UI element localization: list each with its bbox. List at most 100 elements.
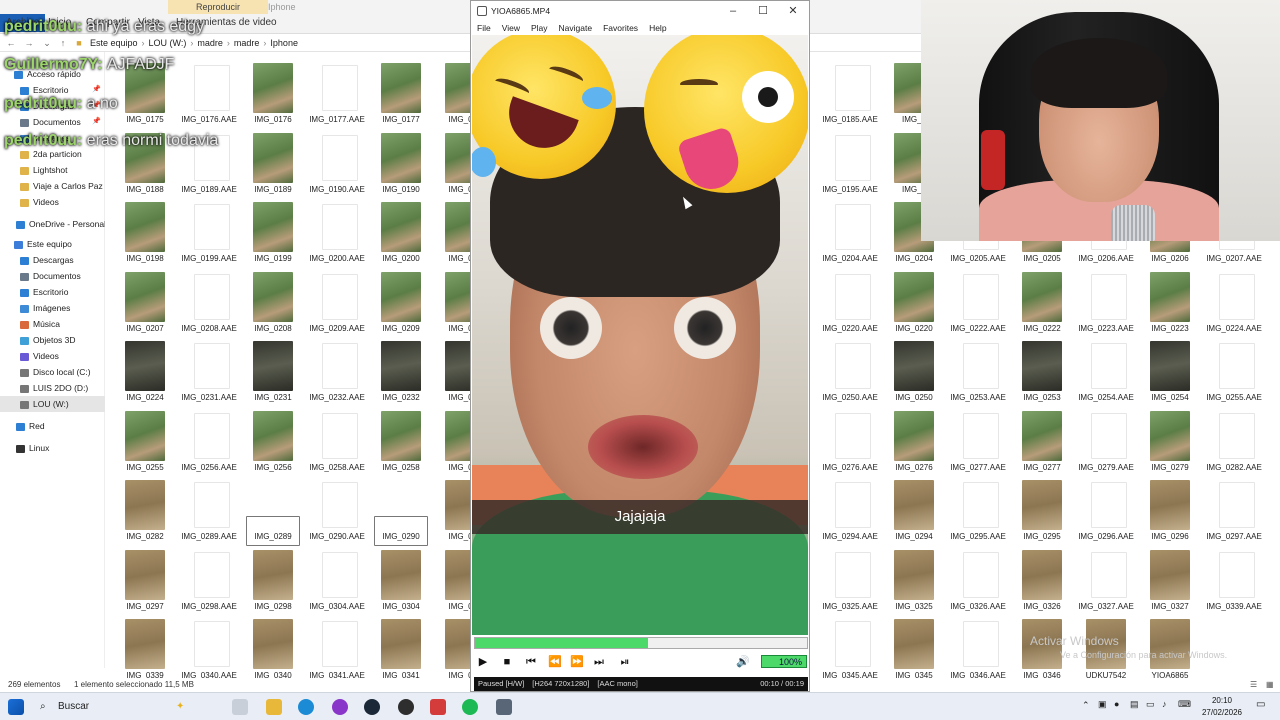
minimize-icon[interactable]: –: [721, 3, 745, 19]
image-thumbnail: [894, 549, 934, 600]
image-thumbnail: [253, 202, 293, 252]
obs-icon[interactable]: [398, 699, 414, 715]
file-item[interactable]: IMG_0255.AAE: [1199, 335, 1269, 403]
file-item[interactable]: YIOA6865: [1135, 613, 1205, 681]
close-icon[interactable]: ✕: [781, 3, 805, 19]
network-icon[interactable]: ▭: [1146, 699, 1155, 710]
tray-chevron-icon[interactable]: ⌃: [1082, 700, 1090, 711]
steam-icon[interactable]: [364, 699, 380, 715]
sidebar-item[interactable]: Videos: [0, 348, 105, 364]
language-icon[interactable]: ⌨: [1178, 699, 1191, 710]
video-frame[interactable]: [472, 35, 808, 635]
tray-device-icon[interactable]: ▤: [1130, 699, 1139, 710]
folder-icon: [20, 150, 29, 159]
menu-help[interactable]: Help: [649, 21, 666, 35]
tiles-view-icon[interactable]: ▦: [1266, 678, 1274, 692]
sidebar-item[interactable]: Viaje a Carlos Paz: [0, 178, 105, 194]
stop-icon[interactable]: ■: [499, 654, 515, 670]
menu-file[interactable]: File: [477, 21, 491, 35]
image-thumbnail: [253, 410, 293, 461]
chat-message: AJFADJF: [106, 56, 175, 73]
notification-icon[interactable]: ▭: [1256, 699, 1265, 710]
sidebar-item[interactable]: Disco local (C:): [0, 364, 105, 380]
taskbar-search[interactable]: ⌕ Buscar ✦: [32, 697, 202, 717]
details-view-icon[interactable]: ☰: [1250, 678, 1257, 692]
selection-info: 1 elemento seleccionado 11,5 MB: [74, 680, 194, 689]
sidebar-item[interactable]: Música: [0, 316, 105, 332]
file-item[interactable]: IMG_0339.AAE: [1199, 544, 1269, 612]
sidebar-item-label: Lightshot: [33, 165, 68, 175]
tray-app-icon[interactable]: ▣: [1098, 699, 1107, 710]
edge-icon[interactable]: [298, 699, 314, 715]
rewind-icon[interactable]: ⏪: [547, 654, 563, 670]
subtitle-caption: Jajajaja: [472, 500, 808, 534]
forward-arrow-icon[interactable]: →: [22, 34, 36, 52]
spotify-icon[interactable]: [462, 699, 478, 715]
sidebar-item[interactable]: Imágenes: [0, 300, 105, 316]
playback-controls: ▶ ■ ⏮ ⏪ ⏩ ⏭ ⏯ 🔊: [471, 651, 809, 673]
image-thumbnail: [253, 549, 293, 600]
sidebar-item[interactable]: LUIS 2DO (D:): [0, 380, 105, 396]
c-app-icon[interactable]: [332, 699, 348, 715]
sidebar-item[interactable]: LOU (W:): [0, 396, 105, 412]
menu-favorites[interactable]: Favorites: [603, 21, 638, 35]
windows-start-icon[interactable]: [8, 699, 24, 715]
breadcrumb-item[interactable]: madre: [234, 34, 260, 52]
file-icon: [963, 482, 999, 528]
image-thumbnail: [125, 480, 165, 530]
sidebar-item[interactable]: Linux: [0, 440, 105, 456]
sidebar-item[interactable]: Lightshot: [0, 162, 105, 178]
volume-icon[interactable]: 🔊: [735, 654, 751, 670]
app-red-icon[interactable]: [430, 699, 446, 715]
microphone-tray-icon[interactable]: ●: [1114, 699, 1119, 709]
sidebar-item[interactable]: Videos: [0, 194, 105, 210]
next-icon[interactable]: ⏭: [591, 654, 607, 670]
seek-bar[interactable]: [474, 637, 808, 649]
sidebar-item[interactable]: Red: [0, 418, 105, 434]
back-arrow-icon[interactable]: ←: [4, 34, 18, 52]
image-thumbnail: [1150, 341, 1190, 391]
breadcrumb-item[interactable]: Este equipo: [90, 34, 138, 52]
taskbar-clock[interactable]: 20:10 27/02/2026: [1196, 695, 1248, 719]
task-view-icon[interactable]: [232, 699, 248, 715]
sidebar-item[interactable]: OneDrive - Personal: [0, 216, 105, 232]
menu-navigate[interactable]: Navigate: [559, 21, 593, 35]
sidebar-item[interactable]: Documentos 📌: [0, 114, 105, 130]
file-name: IMG_0224.AAE: [1206, 323, 1262, 333]
webcam-hair: [1031, 38, 1167, 108]
menu-view[interactable]: View: [502, 21, 520, 35]
sidebar-item[interactable]: Este equipo: [0, 236, 105, 252]
sidebar-item[interactable]: Objetos 3D: [0, 332, 105, 348]
sidebar-item-label: Videos: [33, 197, 59, 207]
breadcrumb-item[interactable]: madre: [197, 34, 223, 52]
image-thumbnail: [253, 271, 293, 322]
sidebar-item[interactable]: Documentos: [0, 268, 105, 284]
volume-level[interactable]: 100%: [761, 655, 807, 668]
clock-date: 27/02/2026: [1201, 708, 1243, 717]
speaker-icon[interactable]: ♪: [1162, 699, 1167, 709]
file-icon: [194, 65, 230, 111]
sidebar-item[interactable]: Escritorio: [0, 284, 105, 300]
file-icon: [322, 621, 358, 667]
up-arrow-icon[interactable]: ↑: [56, 34, 70, 52]
frame-step-icon[interactable]: ⏯: [617, 654, 633, 670]
sidebar-item-label: Objetos 3D: [33, 335, 76, 345]
maximize-icon[interactable]: ☐: [751, 3, 775, 19]
menu-play[interactable]: Play: [531, 21, 548, 35]
file-icon: [835, 621, 871, 667]
file-item[interactable]: IMG_0224.AAE: [1199, 266, 1269, 334]
fast-forward-icon[interactable]: ⏩: [569, 654, 585, 670]
file-icon: [835, 65, 871, 111]
sidebar-item[interactable]: Descargas: [0, 252, 105, 268]
play-icon[interactable]: ▶: [475, 654, 491, 670]
previous-icon[interactable]: ⏮: [523, 654, 539, 670]
recent-chevron-icon[interactable]: ⌄: [40, 34, 54, 52]
media-player-icon[interactable]: [496, 699, 512, 715]
breadcrumb-item[interactable]: Iphone: [270, 34, 298, 52]
file-name: IMG_0339.AAE: [1206, 601, 1262, 611]
context-tab-reproducir[interactable]: Reproducir: [168, 0, 268, 14]
file-explorer-icon[interactable]: [266, 699, 282, 715]
breadcrumb-item[interactable]: LOU (W:): [149, 34, 187, 52]
file-item[interactable]: IMG_0297.AAE: [1199, 474, 1269, 542]
file-item[interactable]: IMG_0282.AAE: [1199, 405, 1269, 473]
